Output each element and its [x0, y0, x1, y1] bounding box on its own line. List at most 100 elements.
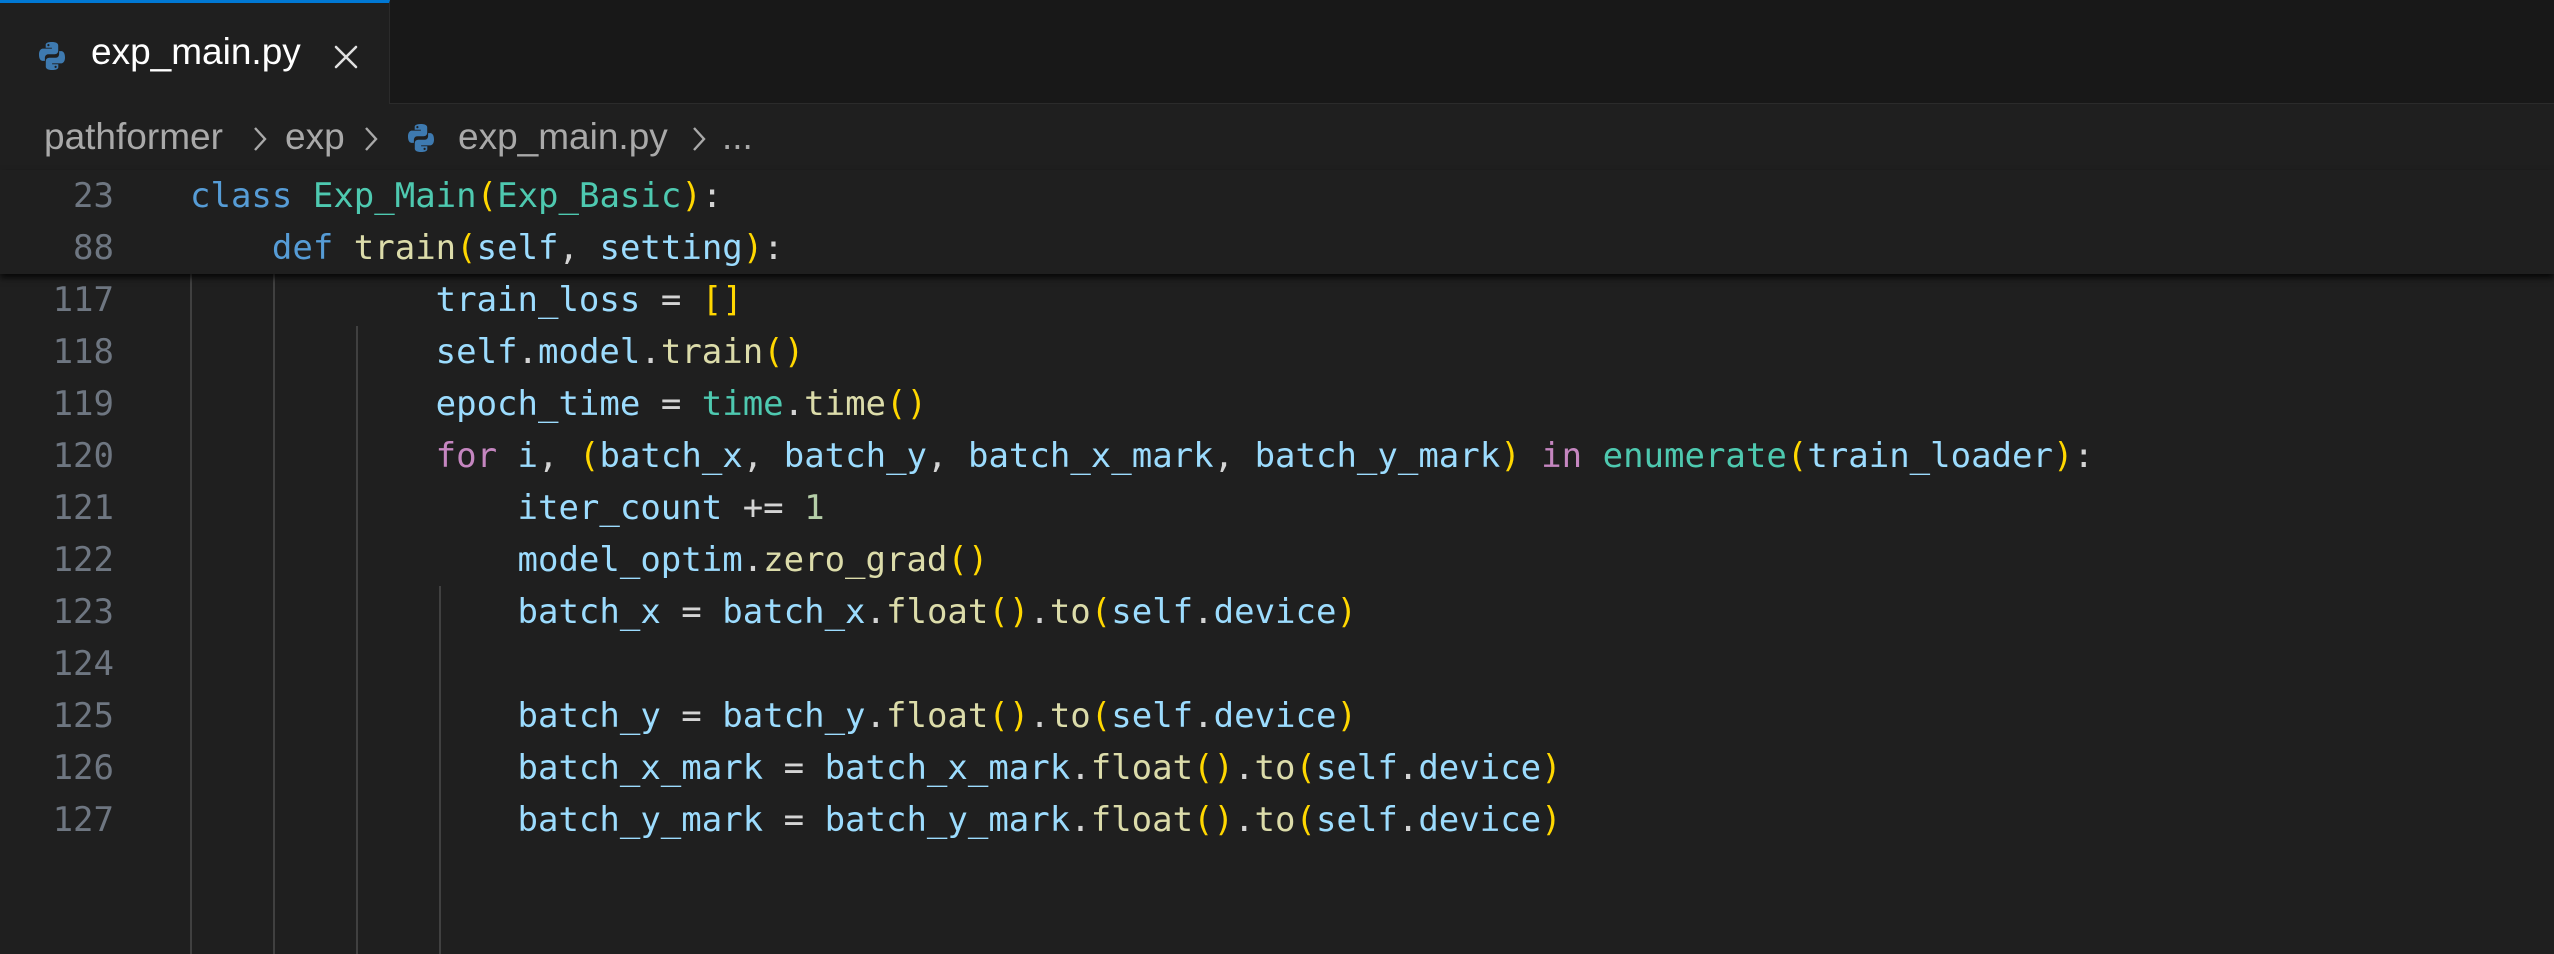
- code-token: to: [1049, 696, 1091, 736]
- code-text: iter_count += 1: [190, 482, 825, 534]
- code-text: for i, (batch_x, batch_y, batch_x_mark, …: [190, 430, 2094, 482]
- code-editor[interactable]: 23 class Exp_Main(Exp_Basic): 88 def tra…: [0, 170, 2554, 954]
- code-text: train_loss = []: [190, 274, 743, 326]
- code-token: .: [1070, 800, 1091, 840]
- line-number: 119: [52, 384, 114, 424]
- code-text: def train(self, setting):: [190, 222, 784, 274]
- line-number: 125: [52, 696, 114, 736]
- code-text: batch_y = batch_y.float().to(self.device…: [190, 690, 1357, 742]
- line-number: 117: [52, 280, 114, 320]
- code-token: (): [1193, 748, 1235, 788]
- sticky-line[interactable]: 88 def train(self, setting):: [0, 222, 2554, 274]
- close-icon[interactable]: [333, 44, 359, 75]
- code-token: batch_x: [517, 592, 661, 632]
- code-token: =: [640, 384, 702, 424]
- code-token: ): [1336, 696, 1357, 736]
- code-token: (: [476, 176, 498, 216]
- code-token: .: [1193, 696, 1214, 736]
- code-line[interactable]: 126 batch_x_mark = batch_x_mark.float().…: [0, 742, 2554, 794]
- code-token: Exp_Main: [312, 176, 477, 216]
- code-line[interactable]: 118 self.model.train(): [0, 326, 2554, 378]
- line-number: 126: [52, 748, 114, 788]
- code-token: in: [1541, 436, 1583, 476]
- code-line[interactable]: 123 batch_x = batch_x.float().to(self.de…: [0, 586, 2554, 638]
- code-token: zero_grad: [763, 540, 948, 580]
- code-token: enumerate: [1602, 436, 1787, 476]
- code-text: model_optim.zero_grad(): [190, 534, 989, 586]
- code-token: float: [886, 592, 989, 632]
- code-token: self: [1315, 748, 1398, 788]
- breadcrumb-item-symbols[interactable]: ...: [722, 116, 753, 158]
- code-line[interactable]: 122 model_optim.zero_grad(): [0, 534, 2554, 586]
- breadcrumb-item-exp-main-py[interactable]: exp_main.py: [458, 116, 668, 158]
- code-token: (: [1090, 592, 1112, 632]
- code-token: batch_x_mark: [824, 748, 1071, 788]
- code-token: ,: [1213, 436, 1255, 476]
- tab-exp-main-py[interactable]: exp_main.py: [0, 0, 390, 104]
- line-number: 127: [52, 800, 114, 840]
- code-token: .: [1397, 800, 1419, 840]
- line-number: 118: [52, 332, 114, 372]
- sticky-scroll-header[interactable]: 23 class Exp_Main(Exp_Basic): 88 def tra…: [0, 170, 2554, 274]
- code-token: (: [1090, 696, 1112, 736]
- code-token: (): [886, 384, 927, 424]
- code-token: .: [1397, 748, 1419, 788]
- code-line[interactable]: 117 train_loss = []: [0, 274, 2554, 326]
- code-token: to: [1049, 592, 1091, 632]
- code-line[interactable]: 125 batch_y = batch_y.float().to(self.de…: [0, 690, 2554, 742]
- code-token: ,: [742, 436, 784, 476]
- python-file-icon: [36, 40, 68, 77]
- code-token: ): [1336, 592, 1357, 632]
- line-number: 122: [52, 540, 114, 580]
- code-token: =: [660, 592, 723, 632]
- code-text: batch_x = batch_x.float().to(self.device…: [190, 586, 1357, 638]
- line-number: 23: [73, 176, 114, 216]
- code-token: :: [701, 176, 723, 216]
- code-token: batch_y_mark: [1254, 436, 1501, 476]
- code-text: epoch_time = time.time(): [190, 378, 927, 430]
- code-token: batch_x: [722, 592, 866, 632]
- code-token: ,: [538, 436, 579, 476]
- code-line[interactable]: 127 batch_y_mark = batch_y_mark.float().…: [0, 794, 2554, 846]
- breadcrumb-item-pathformer[interactable]: pathformer: [44, 116, 223, 158]
- code-token: self: [435, 332, 518, 372]
- code-text: self.model.train(): [190, 326, 805, 378]
- code-token: train_loss: [435, 280, 641, 320]
- chevron-right-icon: [692, 126, 706, 157]
- code-token: float: [886, 696, 989, 736]
- code-token: (): [988, 696, 1030, 736]
- sticky-line[interactable]: 23 class Exp_Main(Exp_Basic):: [0, 170, 2554, 222]
- code-token: batch_x_mark: [967, 436, 1214, 476]
- code-token: .: [640, 332, 661, 372]
- code-token: train: [660, 332, 764, 372]
- code-token: self: [1111, 592, 1194, 632]
- line-number: 124: [52, 644, 114, 684]
- code-line[interactable]: 119 epoch_time = time.time(): [0, 378, 2554, 430]
- code-token: ,: [558, 228, 600, 268]
- code-token: time: [701, 384, 784, 424]
- code-token: =: [763, 748, 825, 788]
- code-token: to: [1254, 748, 1296, 788]
- code-line[interactable]: 124: [0, 638, 2554, 690]
- code-token: (: [1295, 748, 1316, 788]
- code-token: self: [1111, 696, 1194, 736]
- code-token: .: [1193, 592, 1214, 632]
- breadcrumb-item-exp[interactable]: exp: [285, 116, 345, 158]
- code-line[interactable]: 121 iter_count += 1: [0, 482, 2554, 534]
- code-token: (: [578, 436, 600, 476]
- code-token: setting: [599, 228, 743, 268]
- code-token: ): [2052, 436, 2074, 476]
- code-token: .: [1029, 592, 1050, 632]
- code-line[interactable]: 120 for i, (batch_x, batch_y, batch_x_ma…: [0, 430, 2554, 482]
- code-token: float: [1090, 800, 1194, 840]
- code-token: ,: [927, 436, 968, 476]
- code-token: float: [1090, 748, 1194, 788]
